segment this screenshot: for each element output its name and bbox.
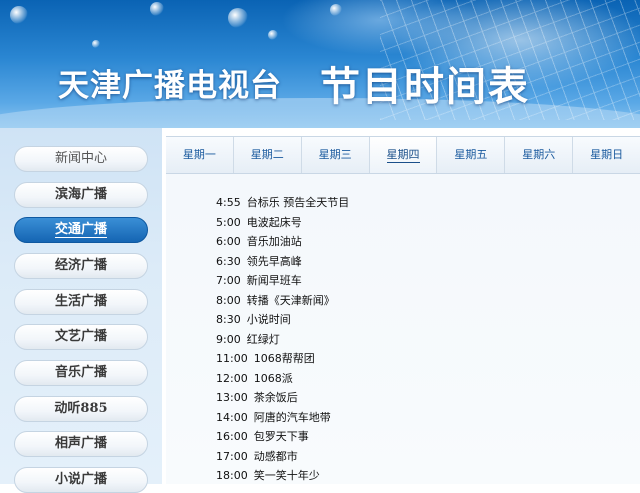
program-name: 1068帮帮团 [253,352,315,365]
sidebar-item-label: 动听885 [54,401,108,416]
program-name: 领先早高峰 [246,255,302,268]
list-item: 6:30 领先早高峰 [216,253,302,271]
tab-label: 星期三 [318,148,352,161]
tab-label: 星期二 [250,148,284,161]
bubble-decoration [228,8,248,28]
list-item: 9:00 红绿灯 [216,331,280,349]
list-item: 16:00 包罗天下事 [216,428,309,446]
tab-friday[interactable]: 星期五 [436,137,504,173]
sidebar-item-novel[interactable]: 小说广播 [14,467,148,493]
program-time: 16:00 [216,430,248,443]
sidebar-item-label: 相声广播 [54,436,107,451]
program-name: 1068派 [253,372,293,385]
list-item: 8:30 小说时间 [216,311,291,329]
program-time: 4:55 [216,196,241,209]
sidebar-item-binhai[interactable]: 滨海广播 [14,182,148,208]
sidebar-item-news-center[interactable]: 新闻中心 [14,146,148,172]
bubble-decoration [268,30,278,40]
program-time: 9:00 [216,333,241,346]
program-time: 13:00 [216,391,248,404]
sidebar-item-arts[interactable]: 文艺广播 [14,324,148,350]
list-item: 4:55 台标乐 预告全天节目 [216,194,349,212]
tab-saturday[interactable]: 星期六 [504,137,572,173]
list-item: 14:00 阿唐的汽车地带 [216,409,331,427]
program-time: 18:00 [216,469,248,482]
program-name: 笑一笑十年少 [253,469,320,482]
bubble-decoration [92,40,100,48]
bubble-decoration [10,6,28,24]
program-name: 转播《天津新闻》 [246,294,335,307]
sidebar-item-label: 新闻中心 [54,151,107,166]
list-item: 13:00 茶余饭后 [216,389,298,407]
program-time: 5:00 [216,216,241,229]
program-name: 新闻早班车 [246,274,302,287]
bubble-decoration [330,4,342,16]
sidebar-item-label: 经济广播 [54,258,107,273]
tab-label: 星期六 [522,148,556,161]
sidebar-item-label: 生活广播 [54,294,107,309]
header-banner: 天津广播电视台 节目时间表 [0,0,640,128]
sidebar-item-traffic[interactable]: 交通广播 [14,217,148,243]
page-title: 节目时间表 [320,64,530,110]
program-name: 音乐加油站 [246,235,302,248]
sidebar: 新闻中心 滨海广播 交通广播 经济广播 生活广播 文艺广播 音乐广播 动听885… [0,128,162,493]
sidebar-item-economy[interactable]: 经济广播 [14,253,148,279]
tab-label: 星期日 [590,148,624,161]
tab-tuesday[interactable]: 星期二 [232,137,301,173]
program-time: 6:30 [216,255,241,268]
list-item: 18:00 笑一笑十年少 [216,467,320,485]
program-name: 台标乐 预告全天节目 [246,196,350,209]
list-item: 6:00 音乐加油站 [216,233,302,251]
sidebar-item-music[interactable]: 音乐广播 [14,360,148,386]
tab-monday[interactable]: 星期一 [166,137,233,173]
sidebar-item-label: 文艺广播 [54,329,107,344]
program-time: 12:00 [216,372,248,385]
list-item: 12:00 1068派 [216,370,293,388]
list-item: 5:00 电波起床号 [216,214,302,232]
weekday-tabs: 星期一 星期二 星期三 星期四 星期五 星期六 星期日 [166,136,640,174]
tab-label: 星期五 [454,148,488,161]
program-time: 8:00 [216,294,241,307]
list-item: 11:00 1068帮帮团 [216,350,315,368]
sidebar-item-label: 交通广播 [54,222,107,238]
main-content: 星期一 星期二 星期三 星期四 星期五 星期六 星期日 4:55 台标乐 预告全天… [162,128,640,484]
program-name: 茶余饭后 [253,391,298,404]
program-time: 8:30 [216,313,241,326]
program-time: 14:00 [216,411,248,424]
tab-wednesday[interactable]: 星期三 [300,137,369,173]
sidebar-item-crosstalk[interactable]: 相声广播 [14,431,148,457]
program-time: 17:00 [216,450,248,463]
program-name: 红绿灯 [246,333,280,346]
program-name: 小说时间 [246,313,291,326]
schedule-list: 4:55 台标乐 预告全天节目 5:00 电波起床号 6:00 音乐加油站 6:30 领… [166,174,640,484]
sidebar-item-life[interactable]: 生活广播 [14,289,148,315]
tab-thursday[interactable]: 星期四 [368,137,437,173]
tab-sunday[interactable]: 星期日 [572,137,640,173]
bubble-decoration [150,2,164,16]
tab-label: 星期四 [386,148,420,163]
sidebar-item-label: 小说广播 [54,472,107,487]
program-name: 阿唐的汽车地带 [253,411,331,424]
tab-label: 星期一 [182,148,216,161]
program-name: 包罗天下事 [253,430,309,443]
program-time: 6:00 [216,235,241,248]
list-item: 7:00 新闻早班车 [216,272,302,290]
station-name: 天津广播电视台 [58,68,282,104]
sidebar-item-label: 滨海广播 [54,187,107,202]
sidebar-item-label: 音乐广播 [54,365,107,380]
program-time: 7:00 [216,274,241,287]
program-name: 电波起床号 [246,216,302,229]
list-item: 17:00 动感都市 [216,448,298,466]
list-item: 8:00 转播《天津新闻》 [216,292,335,310]
program-name: 动感都市 [253,450,298,463]
sidebar-item-dongting-885[interactable]: 动听885 [14,396,148,422]
program-time: 11:00 [216,352,248,365]
